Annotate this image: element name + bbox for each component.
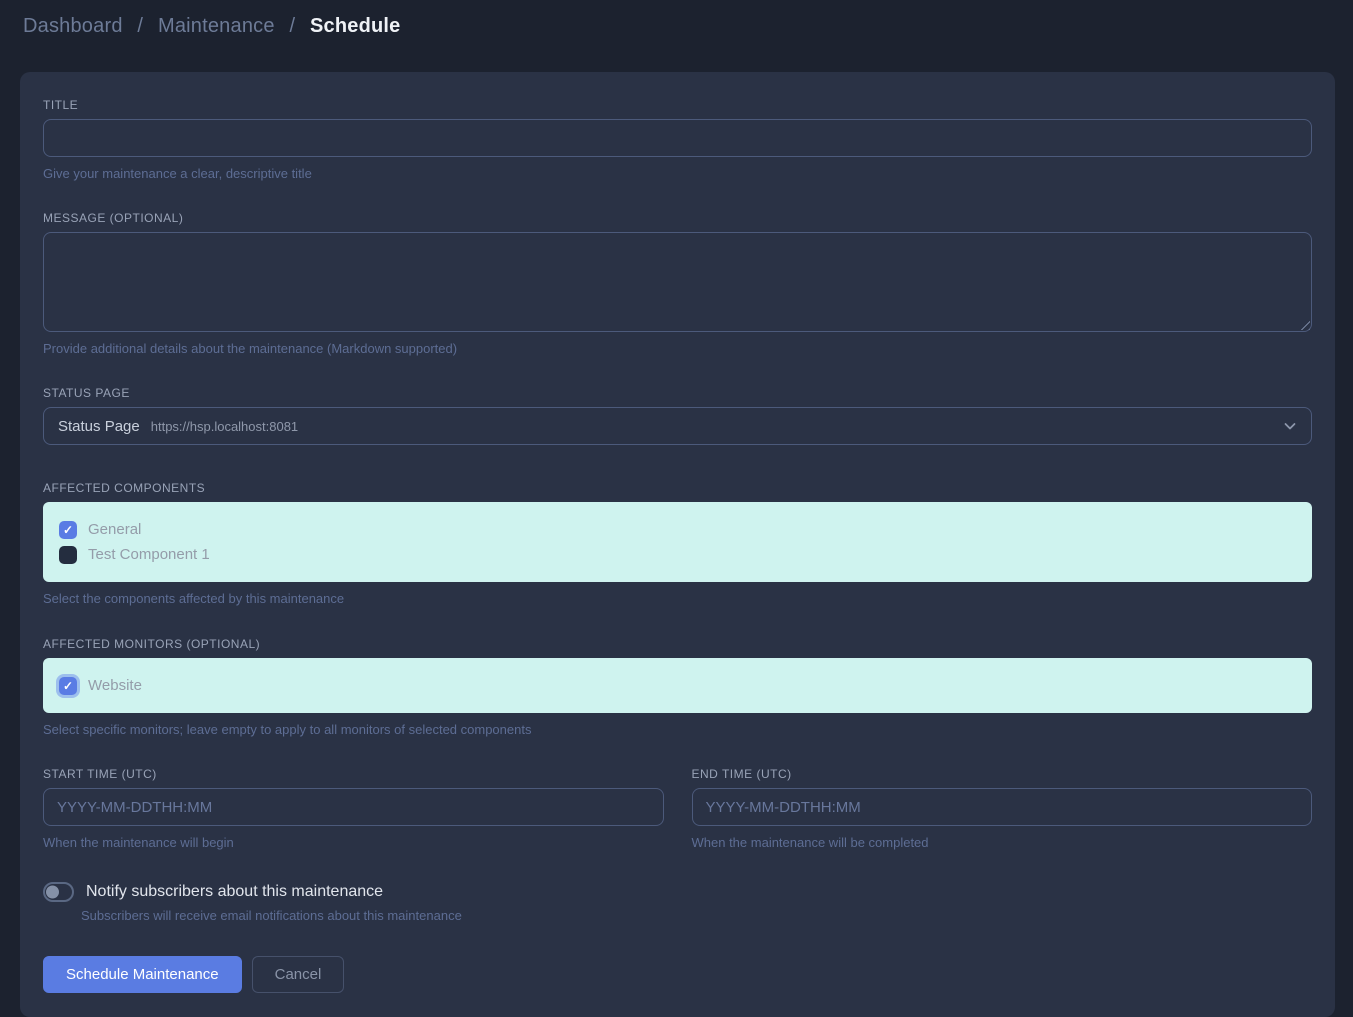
title-label: TITLE (43, 98, 1312, 112)
toggle-knob (46, 886, 59, 899)
checkbox-icon[interactable]: ✓ (59, 546, 77, 564)
message-field-group: MESSAGE (OPTIONAL) Provide additional de… (43, 211, 1312, 356)
affected-monitors-helper: Select specific monitors; leave empty to… (43, 722, 1312, 737)
breadcrumb-separator: / (137, 15, 143, 37)
times-grid: START TIME (UTC) When the maintenance wi… (43, 767, 1312, 850)
breadcrumb-separator: / (289, 15, 295, 37)
message-textarea[interactable] (43, 232, 1312, 332)
component-option-general[interactable]: ✓ General (59, 517, 1296, 542)
component-option-label: General (88, 521, 141, 538)
status-page-selected-name: Status Page (58, 418, 140, 435)
start-time-label: START TIME (UTC) (43, 767, 664, 781)
start-time-field-group: START TIME (UTC) When the maintenance wi… (43, 767, 664, 850)
affected-components-box: ✓ General ✓ Test Component 1 (43, 502, 1312, 582)
title-input[interactable] (43, 119, 1312, 157)
title-helper: Give your maintenance a clear, descripti… (43, 166, 1312, 181)
status-page-field-group: STATUS PAGE Status Page https://hsp.loca… (43, 386, 1312, 445)
status-page-label: STATUS PAGE (43, 386, 1312, 400)
breadcrumb-item-schedule: Schedule (310, 15, 401, 37)
affected-monitors-field-group: AFFECTED MONITORS (OPTIONAL) ✓ Website S… (43, 637, 1312, 737)
affected-components-label: AFFECTED COMPONENTS (43, 481, 1312, 495)
end-time-label: END TIME (UTC) (692, 767, 1313, 781)
affected-monitors-box: ✓ Website (43, 658, 1312, 713)
notify-toggle-label: Notify subscribers about this maintenanc… (86, 883, 383, 901)
component-option-label: Test Component 1 (88, 546, 210, 563)
end-time-helper: When the maintenance will be completed (692, 835, 1313, 850)
monitor-option-label: Website (88, 677, 142, 694)
notify-section: Notify subscribers about this maintenanc… (43, 882, 1312, 923)
breadcrumb-item-dashboard[interactable]: Dashboard (23, 15, 123, 37)
message-label: MESSAGE (OPTIONAL) (43, 211, 1312, 225)
status-page-select[interactable]: Status Page https://hsp.localhost:8081 (43, 407, 1312, 445)
check-icon: ✓ (63, 524, 73, 536)
chevron-down-icon (1282, 418, 1298, 434)
title-field-group: TITLE Give your maintenance a clear, des… (43, 98, 1312, 181)
notify-helper: Subscribers will receive email notificat… (81, 908, 1312, 923)
status-page-selected-url: https://hsp.localhost:8081 (151, 419, 298, 434)
affected-components-helper: Select the components affected by this m… (43, 591, 1312, 606)
end-time-input[interactable] (692, 788, 1313, 826)
start-time-input[interactable] (43, 788, 664, 826)
form-actions: Schedule Maintenance Cancel (43, 956, 1312, 993)
component-option-test-component-1[interactable]: ✓ Test Component 1 (59, 542, 1296, 567)
schedule-maintenance-form: TITLE Give your maintenance a clear, des… (20, 72, 1335, 1017)
breadcrumb-item-maintenance[interactable]: Maintenance (158, 15, 275, 37)
end-time-field-group: END TIME (UTC) When the maintenance will… (692, 767, 1313, 850)
checkbox-icon[interactable]: ✓ (59, 521, 77, 539)
top-bar: Dashboard / Maintenance / Schedule (0, 0, 1353, 52)
monitor-option-website[interactable]: ✓ Website (59, 673, 1296, 698)
breadcrumb: Dashboard / Maintenance / Schedule (23, 15, 401, 38)
cancel-button[interactable]: Cancel (252, 956, 345, 993)
affected-components-field-group: AFFECTED COMPONENTS ✓ General ✓ Test Com… (43, 481, 1312, 606)
notify-subscribers-toggle[interactable] (43, 882, 74, 902)
check-icon: ✓ (63, 680, 73, 692)
message-helper: Provide additional details about the mai… (43, 341, 1312, 356)
start-time-helper: When the maintenance will begin (43, 835, 664, 850)
schedule-maintenance-button[interactable]: Schedule Maintenance (43, 956, 242, 993)
affected-monitors-label: AFFECTED MONITORS (OPTIONAL) (43, 637, 1312, 651)
checkbox-icon[interactable]: ✓ (59, 677, 77, 695)
